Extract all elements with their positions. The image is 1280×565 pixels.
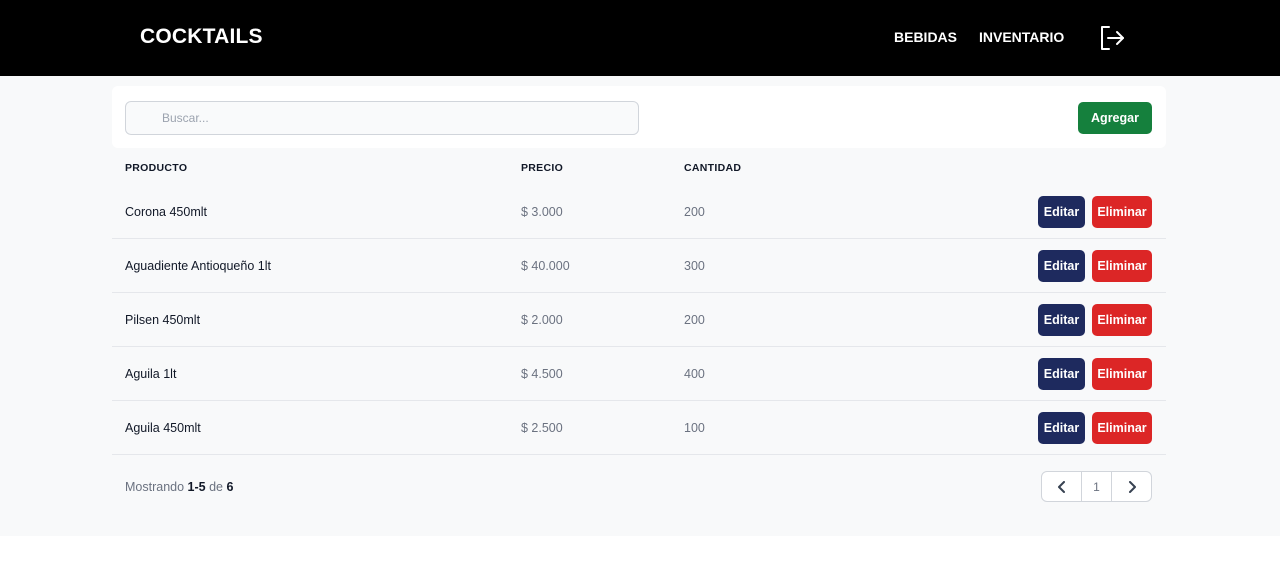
edit-button[interactable]: Editar <box>1038 304 1085 336</box>
table-row: Aguila 450mlt $ 2.500 100 Editar Elimina… <box>112 401 1166 455</box>
product-quantity: 200 <box>684 313 705 327</box>
previous-page-button[interactable] <box>1042 472 1082 501</box>
chevron-right-icon <box>1128 480 1136 493</box>
product-name: Aguadiente Antioqueño 1lt <box>125 259 271 273</box>
logout-icon[interactable] <box>1099 25 1126 51</box>
pagination-summary: Mostrando 1-5 de 6 <box>125 480 233 494</box>
product-quantity: 400 <box>684 367 705 381</box>
product-quantity: 300 <box>684 259 705 273</box>
product-price: $ 2.000 <box>521 313 563 327</box>
nav-link-bebidas[interactable]: BEBIDAS <box>894 29 957 45</box>
edit-button[interactable]: Editar <box>1038 412 1085 444</box>
delete-button[interactable]: Eliminar <box>1092 196 1152 228</box>
delete-button[interactable]: Eliminar <box>1092 412 1152 444</box>
next-page-button[interactable] <box>1112 472 1151 501</box>
table-row: Corona 450mlt $ 3.000 200 Editar Elimina… <box>112 185 1166 239</box>
nav-link-inventario[interactable]: INVENTARIO <box>979 29 1064 45</box>
table-row: Aguila 1lt $ 4.500 400 Editar Eliminar <box>112 347 1166 401</box>
product-price: $ 2.500 <box>521 421 563 435</box>
chevron-left-icon <box>1057 480 1065 493</box>
showing-range: 1-5 <box>187 480 206 494</box>
total-count: 6 <box>226 480 234 494</box>
brand-logo[interactable]: COCKTAILS <box>140 25 263 49</box>
edit-button[interactable]: Editar <box>1038 358 1085 390</box>
product-price: $ 40.000 <box>521 259 570 273</box>
product-name: Pilsen 450mlt <box>125 313 201 327</box>
product-quantity: 200 <box>684 205 705 219</box>
search-input[interactable] <box>125 101 639 135</box>
product-price: $ 3.000 <box>521 205 563 219</box>
product-name: Aguila 1lt <box>125 367 177 381</box>
product-name: Aguila 450mlt <box>125 421 201 435</box>
delete-button[interactable]: Eliminar <box>1092 304 1152 336</box>
showing-label: Mostrando <box>125 480 185 494</box>
column-header-precio: PRECIO <box>521 162 564 174</box>
top-navbar: COCKTAILS BEBIDAS INVENTARIO <box>0 0 1280 76</box>
column-header-producto: PRODUCTO <box>125 162 188 174</box>
delete-button[interactable]: Eliminar <box>1092 358 1152 390</box>
delete-button[interactable]: Eliminar <box>1092 250 1152 282</box>
product-price: $ 4.500 <box>521 367 563 381</box>
product-quantity: 100 <box>684 421 705 435</box>
of-label: de <box>209 480 224 494</box>
edit-button[interactable]: Editar <box>1038 250 1085 282</box>
edit-button[interactable]: Editar <box>1038 196 1085 228</box>
add-button[interactable]: Agregar <box>1078 102 1152 134</box>
page-number-button[interactable]: 1 <box>1082 472 1112 501</box>
table-row: Aguadiente Antioqueño 1lt $ 40.000 300 E… <box>112 239 1166 293</box>
table-row: Pilsen 450mlt $ 2.000 200 Editar Elimina… <box>112 293 1166 347</box>
product-name: Corona 450mlt <box>125 205 207 219</box>
pagination-control: 1 <box>1041 471 1152 502</box>
column-header-cantidad: CANTIDAD <box>684 162 742 174</box>
